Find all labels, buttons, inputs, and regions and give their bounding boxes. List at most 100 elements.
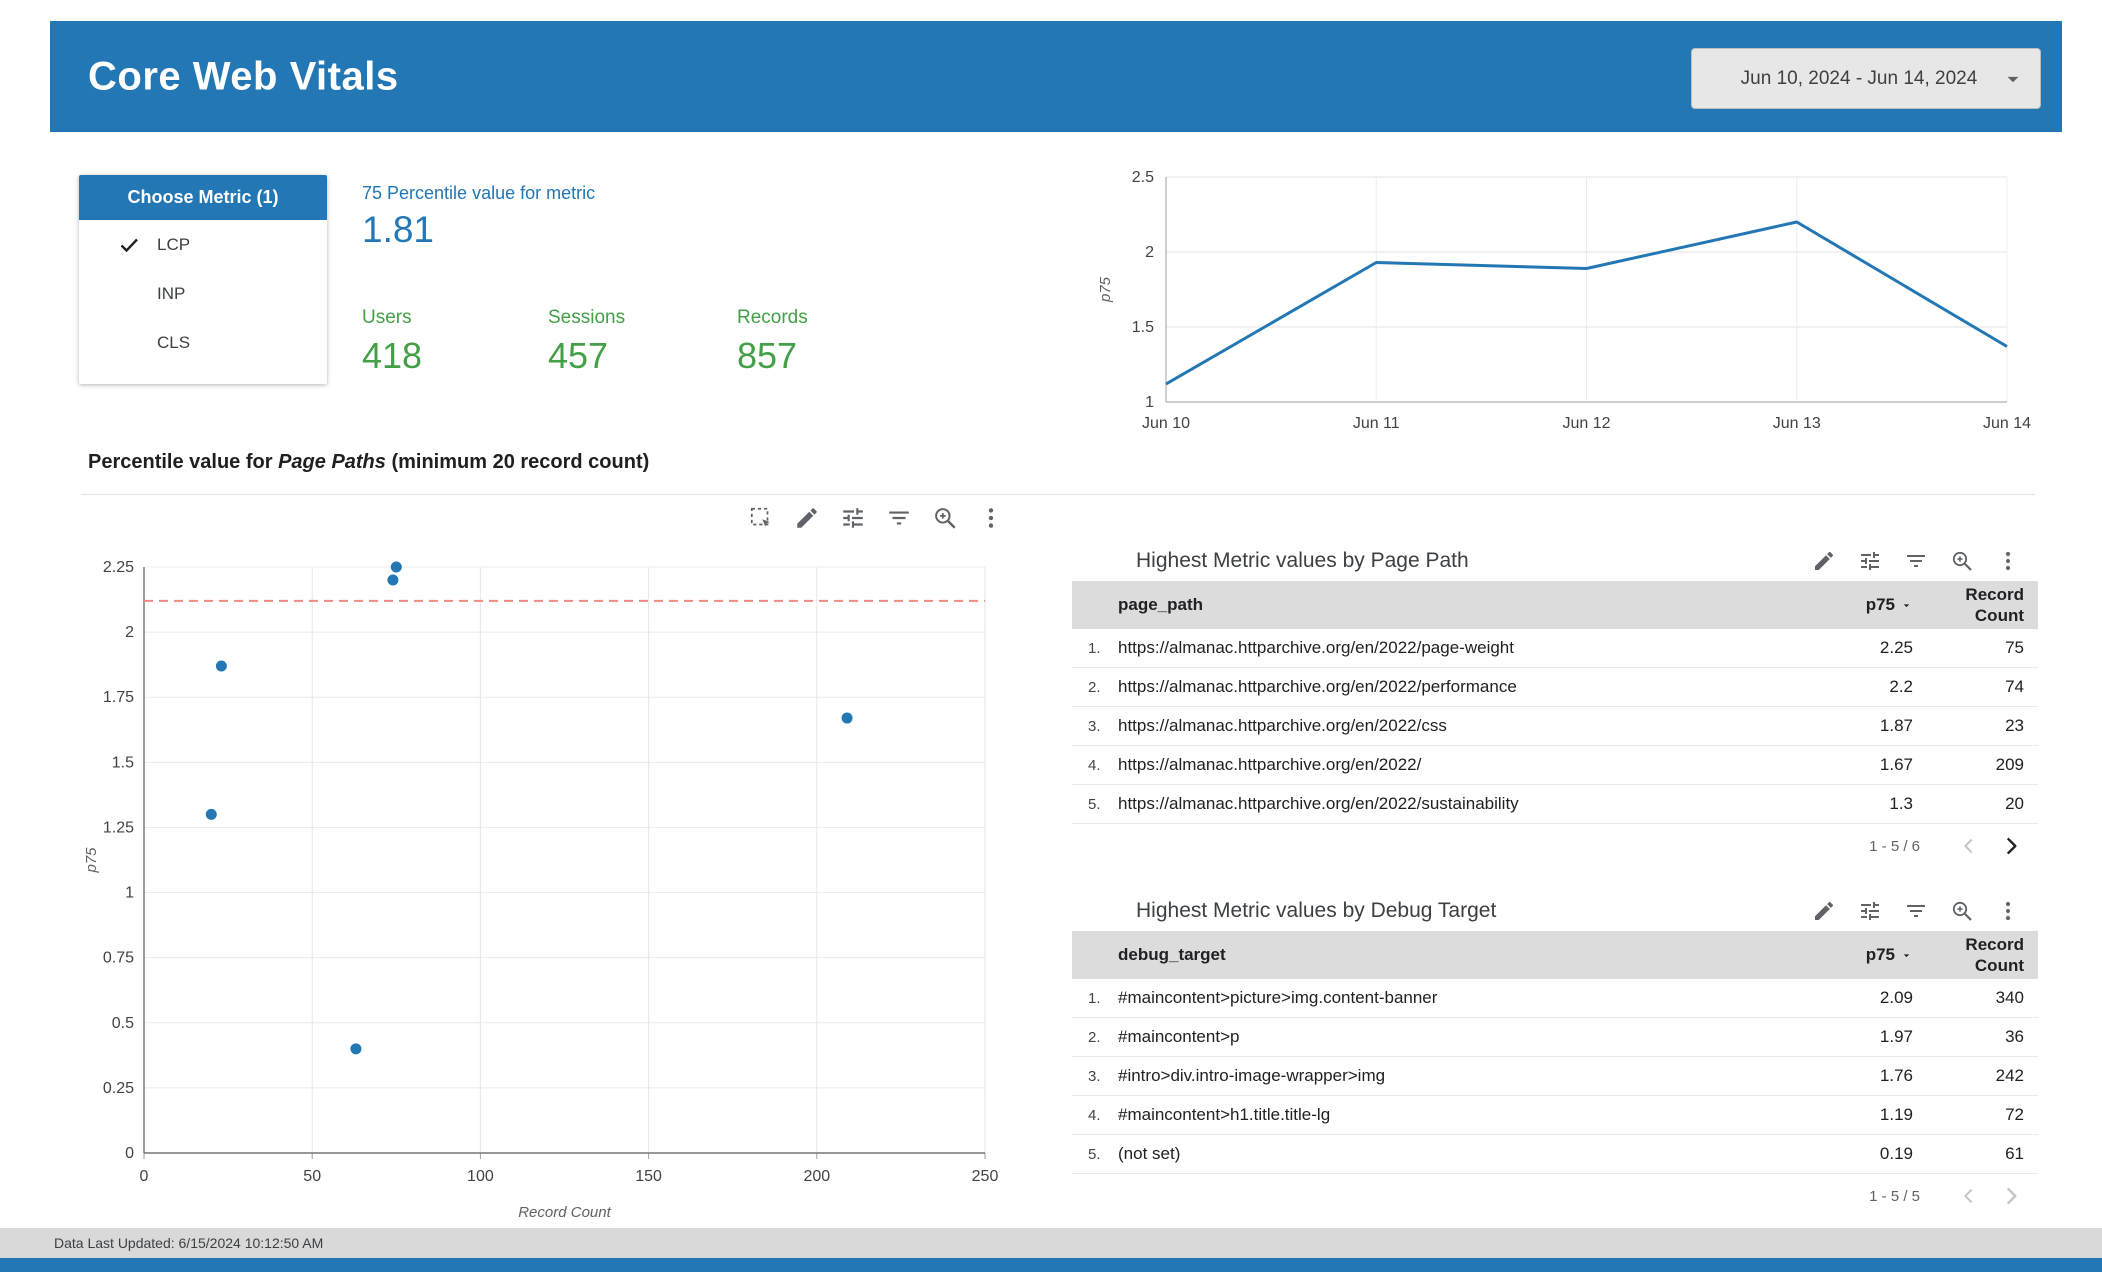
- svg-text:p75: p75: [1097, 276, 1114, 303]
- tune-icon[interactable]: [1858, 899, 1882, 923]
- scorecard-records-label: Records: [737, 307, 808, 328]
- more-vert-icon[interactable]: [1996, 549, 2020, 573]
- table-cell: 75: [2005, 638, 2024, 657]
- svg-text:2: 2: [125, 624, 134, 641]
- table-cell: 2.09: [1879, 988, 1913, 1007]
- pagination-next-icon[interactable]: [1998, 833, 2024, 859]
- svg-text:Jun 12: Jun 12: [1562, 415, 1610, 432]
- table-cell: https://almanac.httparchive.org/en/2022/…: [1118, 677, 1517, 696]
- more-vert-icon[interactable]: [1996, 899, 2020, 923]
- edit-icon[interactable]: [1812, 899, 1836, 923]
- timeseries-chart[interactable]: 1 1.5 2 2.5 Jun 10 Jun 11 Jun 12 Jun 13 Jun 14 p7…: [1090, 129, 2062, 459]
- scorecard-users: Users 418: [362, 307, 422, 377]
- table-cell: 2.: [1088, 678, 1101, 696]
- table-cell: 36: [2005, 1027, 2024, 1046]
- table-row: 5. (not set) 0.19 61: [1072, 1135, 2038, 1174]
- date-range-picker[interactable]: Jun 10, 2024 - Jun 14, 2024: [1691, 48, 2041, 109]
- column-header-record-count[interactable]: Record Count: [1913, 584, 2038, 627]
- metric-option-lcp[interactable]: LCP: [79, 220, 327, 269]
- column-header-page-path[interactable]: page_path: [1118, 595, 1783, 615]
- report-canvas: Core Web Vitals Jun 10, 2024 - Jun 14, 2…: [50, 21, 2062, 1228]
- scorecard-percentile-label: 75 Percentile value for metric: [362, 183, 596, 203]
- table-page-path-head: Highest Metric values by Page Path: [1072, 541, 2038, 581]
- column-header-p75-label: p75: [1865, 595, 1895, 614]
- pagination-next-icon[interactable]: [1998, 1183, 2024, 1209]
- table-row: 4. #maincontent>h1.title.title-lg 1.19 72: [1072, 1096, 2038, 1135]
- sort-caret-icon: [1900, 599, 1913, 612]
- table-cell: (not set): [1118, 1144, 1181, 1163]
- table-toolbar: [1812, 549, 2020, 573]
- timeseries-chart-svg: 1 1.5 2 2.5 Jun 10 Jun 11 Jun 12 Jun 13 Jun 14 p7…: [1097, 169, 2031, 432]
- table-cell: 1.97: [1879, 1027, 1913, 1046]
- table-row: 2. #maincontent>p 1.97 36: [1072, 1018, 2038, 1057]
- column-header-p75[interactable]: p75: [1783, 595, 1913, 615]
- scorecard-users-value: 418: [362, 335, 423, 376]
- table-cell: 3.: [1088, 717, 1101, 735]
- section-title-suffix: (minimum 20 record count): [385, 451, 650, 473]
- svg-text:2.5: 2.5: [1132, 169, 1154, 186]
- table-debug-target: Highest Metric values by Debug Target de…: [1072, 891, 2038, 1218]
- metric-option-inp[interactable]: INP: [79, 269, 327, 318]
- tune-icon[interactable]: [1858, 549, 1882, 573]
- table-cell: 209: [1995, 755, 2024, 774]
- table-cell: https://almanac.httparchive.org/en/2022/…: [1118, 794, 1519, 813]
- table-cell: https://almanac.httparchive.org/en/2022/…: [1118, 716, 1447, 735]
- column-header-record-count[interactable]: Record Count: [1913, 934, 2038, 977]
- scatter-section-title: Percentile value for Page Paths (minimum…: [88, 451, 649, 474]
- table-row: 1. #maincontent>picture>img.content-banne…: [1072, 979, 2038, 1018]
- report-header: Core Web Vitals Jun 10, 2024 - Jun 14, 2…: [50, 21, 2062, 132]
- svg-text:Jun 10: Jun 10: [1142, 415, 1190, 432]
- table-cell: 4.: [1088, 756, 1101, 774]
- pagination-prev-icon[interactable]: [1958, 1185, 1980, 1207]
- metric-filter-panel: Choose Metric (1) LCP INP CLS: [79, 175, 327, 384]
- svg-text:1.75: 1.75: [103, 689, 134, 706]
- table-row: 4. https://almanac.httparchive.org/en/202…: [1072, 746, 2038, 785]
- pagination-range: 1 - 5 / 6: [1869, 837, 1920, 855]
- scorecard-users-label: Users: [362, 307, 412, 328]
- scatter-chart[interactable]: 0 0.25 0.5 0.75 1 1.25 1.5 1.75 2 2.25 0 50 100 150 20…: [80, 525, 1070, 1225]
- pagination-prev-icon[interactable]: [1958, 835, 1980, 857]
- check-icon: [117, 233, 141, 257]
- scorecard-sessions: Sessions 457: [548, 307, 625, 377]
- svg-text:0.5: 0.5: [112, 1015, 134, 1032]
- section-title-dimension: Page Paths: [278, 451, 386, 473]
- filter-icon[interactable]: [1904, 899, 1928, 923]
- table-cell: 4.: [1088, 1106, 1101, 1124]
- table-cell: 1.: [1088, 989, 1101, 1007]
- footer-bar: Data Last Updated: 6/15/2024 10:12:50 AM: [0, 1228, 2102, 1258]
- table-cell: 23: [2005, 716, 2024, 735]
- date-range-value: Jun 10, 2024 - Jun 14, 2024: [1740, 67, 1978, 89]
- column-header-debug-target[interactable]: debug_target: [1118, 945, 1783, 965]
- table-cell: 1.76: [1879, 1066, 1913, 1085]
- metric-option-label: INP: [157, 283, 186, 303]
- table-cell: 1.: [1088, 639, 1101, 657]
- caret-down-icon: [2000, 66, 2026, 92]
- page-title: Core Web Vitals: [88, 54, 399, 98]
- table-cell: #intro>div.intro-image-wrapper>img: [1118, 1066, 1386, 1085]
- svg-text:2.25: 2.25: [103, 559, 134, 576]
- table-row: 1. https://almanac.httparchive.org/en/202…: [1072, 629, 2038, 668]
- svg-text:Jun 13: Jun 13: [1773, 415, 1821, 432]
- table-title: Highest Metric values by Debug Target: [1136, 899, 1497, 922]
- table-cell: 74: [2005, 677, 2024, 696]
- scorecard-sessions-value: 457: [548, 335, 609, 376]
- table-cell: 2.2: [1889, 677, 1913, 696]
- table-title: Highest Metric values by Page Path: [1136, 549, 1469, 572]
- svg-text:Record Count: Record Count: [518, 1204, 611, 1221]
- metric-filter-title[interactable]: Choose Metric (1): [79, 175, 327, 220]
- zoom-in-icon[interactable]: [1950, 899, 1974, 923]
- table-cell: 5.: [1088, 1145, 1101, 1163]
- table-cell: 1.87: [1879, 716, 1913, 735]
- svg-text:200: 200: [803, 1168, 830, 1185]
- table-row: 5. https://almanac.httparchive.org/en/202…: [1072, 785, 2038, 824]
- edit-icon[interactable]: [1812, 549, 1836, 573]
- table-cell: 0.19: [1879, 1144, 1913, 1163]
- metric-option-label: LCP: [157, 234, 191, 254]
- filter-icon[interactable]: [1904, 549, 1928, 573]
- svg-text:0: 0: [125, 1145, 134, 1162]
- pagination-range: 1 - 5 / 5: [1869, 1187, 1920, 1205]
- table-cell: 3.: [1088, 1067, 1101, 1085]
- column-header-p75[interactable]: p75: [1783, 945, 1913, 965]
- zoom-in-icon[interactable]: [1950, 549, 1974, 573]
- metric-option-cls[interactable]: CLS: [79, 318, 327, 367]
